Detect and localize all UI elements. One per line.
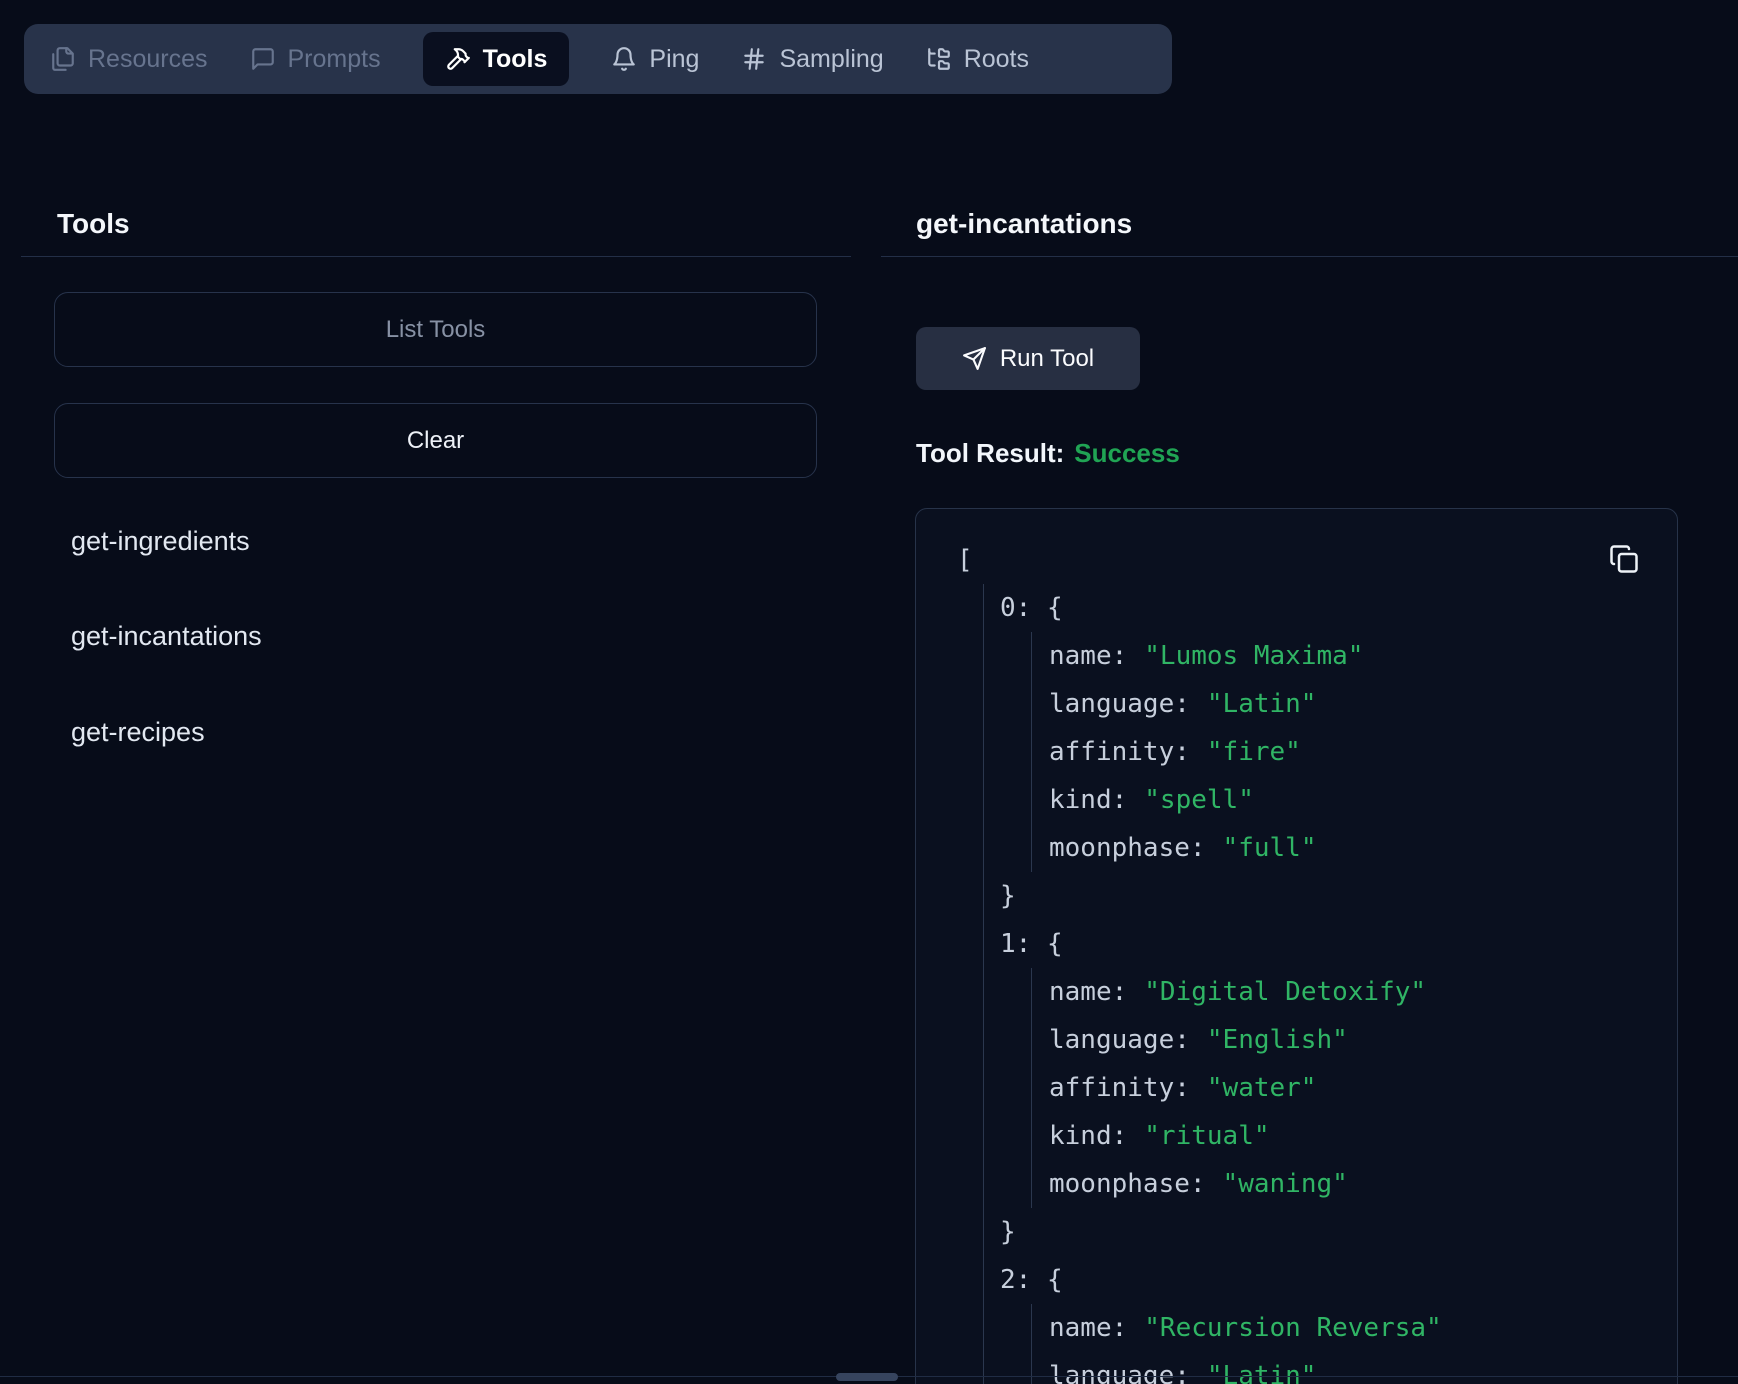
list-tools-label: List Tools [386, 316, 486, 344]
horizontal-scrollbar-thumb[interactable] [836, 1373, 898, 1381]
tab-resources[interactable]: Resources [50, 24, 208, 94]
tab-label: Tools [483, 45, 548, 74]
hash-icon [741, 46, 767, 72]
json-value: "fire" [1207, 737, 1301, 767]
json-key: affinity: [1049, 737, 1190, 767]
json-key: kind: [1049, 1121, 1127, 1151]
json-value: "ritual" [1144, 1121, 1269, 1151]
right-panel-divider [881, 256, 1738, 257]
json-value: "English" [1207, 1025, 1348, 1055]
json-brace: } [1000, 881, 1016, 911]
tab-label: Roots [964, 45, 1029, 74]
json-key: name: [1049, 1313, 1127, 1343]
json-value: "Latin" [1207, 689, 1317, 719]
tab-prompts[interactable]: Prompts [250, 24, 381, 94]
json-value: "full" [1223, 833, 1317, 863]
list-tools-button[interactable]: List Tools [54, 292, 817, 367]
app-window: Resources Prompts Tools Ping Sampling Ro… [0, 0, 1738, 1384]
json-key: affinity: [1049, 1073, 1190, 1103]
tab-sampling[interactable]: Sampling [741, 24, 883, 94]
json-value: "waning" [1223, 1169, 1348, 1199]
hammer-icon [445, 46, 471, 72]
tool-list-item-get-recipes[interactable]: get-recipes [71, 713, 205, 751]
indent-guide [1031, 632, 1032, 872]
tab-label: Ping [649, 45, 699, 74]
tab-roots[interactable]: Roots [926, 24, 1029, 94]
json-index: 2: { [1000, 1265, 1063, 1295]
tab-label: Prompts [288, 45, 381, 74]
json-key: language: [1049, 1025, 1190, 1055]
json-index: 1: { [1000, 929, 1063, 959]
files-icon [50, 46, 76, 72]
folder-tree-icon [926, 46, 952, 72]
tool-list-item-get-ingredients[interactable]: get-ingredients [71, 522, 250, 560]
json-key: language: [1049, 689, 1190, 719]
tool-list-item-get-incantations[interactable]: get-incantations [71, 617, 262, 655]
send-icon [962, 346, 987, 371]
clear-label: Clear [407, 427, 464, 455]
tab-label: Resources [88, 45, 208, 74]
json-value: "water" [1207, 1073, 1317, 1103]
json-key: name: [1049, 641, 1127, 671]
json-value: "Digital Detoxify" [1144, 977, 1426, 1007]
json-key: kind: [1049, 785, 1127, 815]
run-tool-button[interactable]: Run Tool [916, 327, 1140, 390]
tool-result-json-panel: [0: { name: "Lumos Maxima" language: "Latin"… [915, 508, 1678, 1384]
tab-bar: Resources Prompts Tools Ping Sampling Ro… [24, 24, 1172, 94]
json-value: "Latin" [1207, 1361, 1317, 1384]
tab-tools[interactable]: Tools [423, 32, 570, 86]
json-line: } [916, 1208, 1677, 1256]
json-key: name: [1049, 977, 1127, 1007]
json-value: "Recursion Reversa" [1144, 1313, 1441, 1343]
bell-icon [611, 46, 637, 72]
clear-button[interactable]: Clear [54, 403, 817, 478]
json-line: } [916, 872, 1677, 920]
json-line: 1: { [916, 920, 1677, 968]
tab-label: Sampling [779, 45, 883, 74]
selected-tool-title: get-incantations [916, 207, 1132, 241]
json-line: 0: { [916, 584, 1677, 632]
json-line: 2: { [916, 1256, 1677, 1304]
json-index: 0: { [1000, 593, 1063, 623]
left-panel-divider [21, 256, 851, 257]
json-tree: [0: { name: "Lumos Maxima" language: "Latin"… [916, 536, 1677, 1384]
json-bracket: [ [957, 545, 973, 575]
json-value: "spell" [1144, 785, 1254, 815]
tool-result-line: Tool Result: Success [916, 438, 1180, 468]
json-brace: } [1000, 1217, 1016, 1247]
tools-panel-title: Tools [57, 207, 130, 241]
tab-ping[interactable]: Ping [611, 24, 699, 94]
json-key: language: [1049, 1361, 1190, 1384]
message-square-icon [250, 46, 276, 72]
indent-guide [1031, 1304, 1032, 1384]
indent-guide [1031, 968, 1032, 1208]
tool-result-label: Tool Result: [916, 438, 1064, 468]
json-key: moonphase: [1049, 1169, 1206, 1199]
json-key: moonphase: [1049, 833, 1206, 863]
indent-guide [983, 584, 984, 1384]
json-value: "Lumos Maxima" [1144, 641, 1363, 671]
json-line: [ [916, 536, 1677, 584]
tool-result-status: Success [1074, 438, 1180, 468]
run-tool-label: Run Tool [1000, 345, 1094, 373]
